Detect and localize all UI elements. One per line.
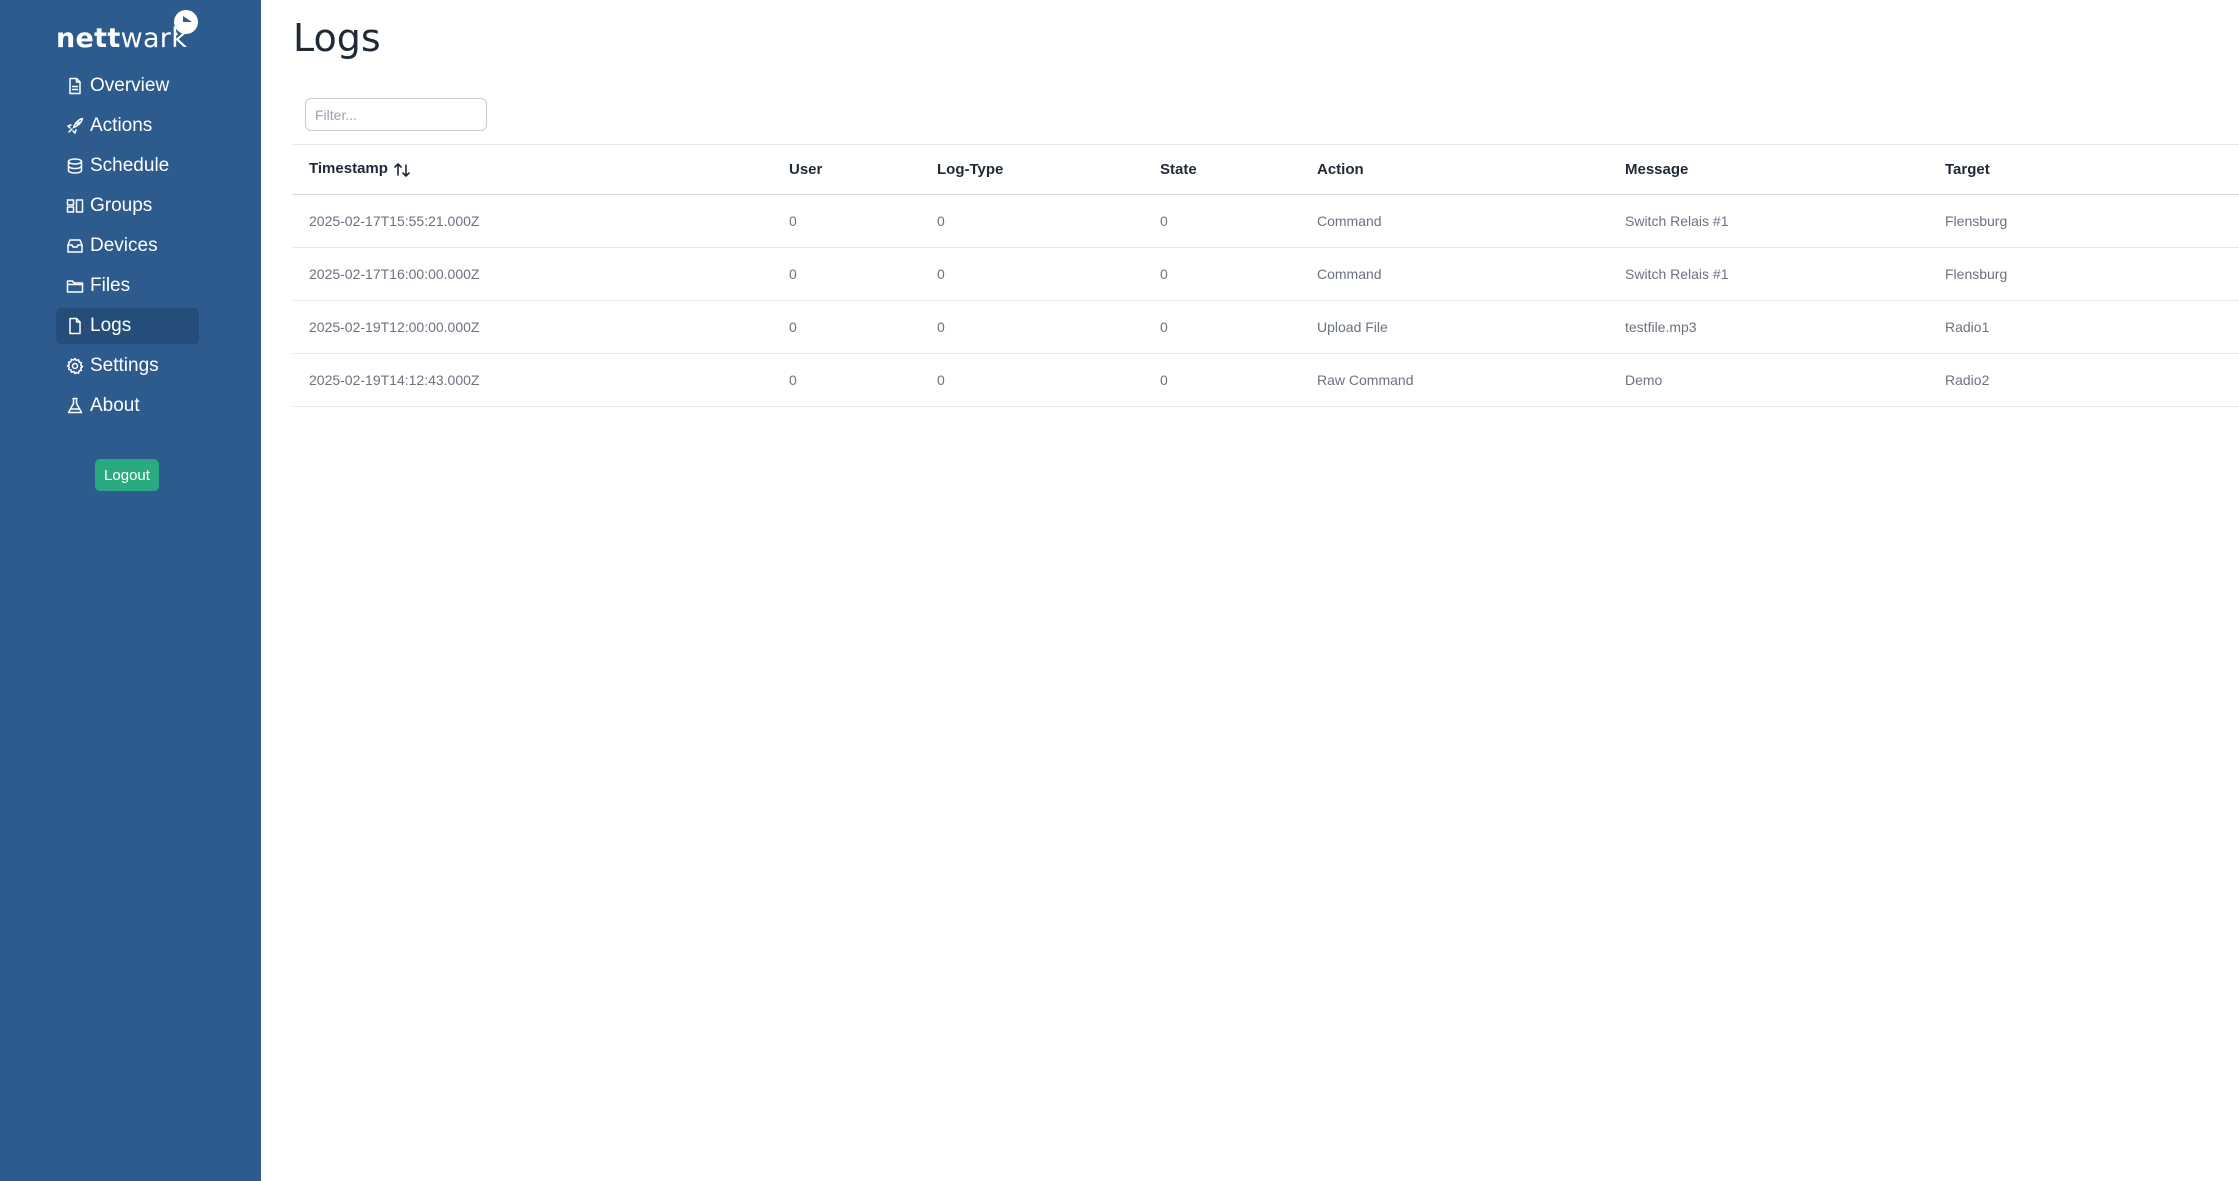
cell-action: Raw Command	[1317, 372, 1414, 388]
cell-log-type: 0	[937, 213, 945, 229]
cell-timestamp: 2025-02-17T15:55:21.000Z	[309, 213, 480, 229]
inbox-icon	[67, 239, 83, 253]
cell-timestamp: 2025-02-19T12:00:00.000Z	[309, 319, 480, 335]
file-icon	[69, 77, 81, 95]
sidebar-item-label: Settings	[90, 355, 159, 376]
cell-state: 0	[1160, 213, 1168, 229]
cell-log-type: 0	[937, 319, 945, 335]
cell-action: Command	[1317, 266, 1382, 282]
sidebar-item-groups[interactable]: Groups	[56, 188, 199, 224]
sidebar-item-overview[interactable]: Overview	[56, 68, 199, 104]
cell-user: 0	[789, 319, 797, 335]
sidebar-item-actions[interactable]: Actions	[56, 108, 199, 144]
cell-user: 0	[789, 372, 797, 388]
column-header-log-type: Log-Type	[937, 161, 1004, 178]
sidebar-item-files[interactable]: Files	[56, 268, 199, 304]
sidebar-nav: Overview Actions Schedule Groups Devices…	[56, 68, 199, 428]
sidebar-item-label: Devices	[90, 235, 158, 256]
sidebar-item-label: Logs	[90, 315, 132, 336]
sidebar-item-label: Overview	[90, 75, 170, 96]
logs-table: Timestamp User Log-Type State Action Mes…	[293, 144, 2239, 407]
cell-message: testfile.mp3	[1625, 319, 1697, 335]
brand-name: nettwark	[56, 23, 188, 54]
database-icon	[67, 158, 83, 174]
sidebar-item-logs[interactable]: Logs	[56, 308, 199, 344]
cell-target: Radio2	[1945, 372, 1990, 388]
flask-icon	[67, 397, 83, 414]
column-header-target: Target	[1945, 161, 1990, 178]
cell-action: Command	[1317, 213, 1382, 229]
cell-message: Switch Relais #1	[1625, 266, 1729, 282]
sidebar-item-schedule[interactable]: Schedule	[56, 148, 199, 184]
cell-log-type: 0	[937, 372, 945, 388]
page-title: Logs	[293, 16, 381, 60]
table-row[interactable]: 2025-02-19T14:12:43.000Z 0 0 0 Raw Comma…	[293, 354, 2239, 407]
sidebar-item-devices[interactable]: Devices	[56, 228, 199, 264]
cell-message: Demo	[1625, 372, 1663, 388]
cell-action: Upload File	[1317, 319, 1388, 335]
table-row[interactable]: 2025-02-17T15:55:21.000Z 0 0 0 Command S…	[293, 195, 2239, 248]
sidebar-item-label: Groups	[90, 195, 153, 216]
sort-icon[interactable]	[393, 161, 411, 179]
cell-log-type: 0	[937, 266, 945, 282]
main-content: Logs Timestamp User Log-Type State Actio…	[261, 0, 2239, 1181]
sidebar-item-label: Files	[90, 275, 131, 296]
gear-icon	[66, 357, 84, 375]
brand-logo[interactable]: nettwark	[56, 8, 201, 56]
cell-timestamp: 2025-02-17T16:00:00.000Z	[309, 266, 480, 282]
cell-timestamp: 2025-02-19T14:12:43.000Z	[309, 372, 480, 388]
table-row[interactable]: 2025-02-19T12:00:00.000Z 0 0 0 Upload Fi…	[293, 301, 2239, 354]
column-header-action: Action	[1317, 161, 1364, 178]
rocket-icon	[67, 117, 84, 134]
column-header-timestamp[interactable]: Timestamp	[293, 145, 773, 195]
cell-message: Switch Relais #1	[1625, 213, 1729, 229]
folder-icon	[66, 280, 84, 293]
cell-user: 0	[789, 266, 797, 282]
cell-state: 0	[1160, 319, 1168, 335]
logs-table-container: Timestamp User Log-Type State Action Mes…	[293, 144, 2239, 407]
column-header-message: Message	[1625, 161, 1689, 178]
logout-button[interactable]: Logout	[95, 459, 159, 491]
sidebar: nettwark Overview Actions Schedule Group…	[0, 0, 261, 1181]
sidebar-item-about[interactable]: About	[56, 388, 199, 424]
table-header-row: Timestamp User Log-Type State Action Mes…	[293, 144, 2239, 195]
column-header-state: State	[1160, 161, 1197, 178]
sidebar-item-label: About	[90, 395, 140, 416]
cell-target: Flensburg	[1945, 213, 2008, 229]
cell-state: 0	[1160, 372, 1168, 388]
table-row[interactable]: 2025-02-17T16:00:00.000Z 0 0 0 Command S…	[293, 248, 2239, 301]
cell-target: Radio1	[1945, 319, 1990, 335]
document-icon	[69, 317, 81, 335]
column-header-user: User	[789, 161, 823, 178]
sidebar-item-label: Actions	[90, 115, 153, 136]
groups-icon	[66, 199, 84, 213]
cell-state: 0	[1160, 266, 1168, 282]
logo-mark-icon	[174, 10, 198, 36]
sidebar-item-settings[interactable]: Settings	[56, 348, 199, 384]
cell-target: Flensburg	[1945, 266, 2008, 282]
sidebar-item-label: Schedule	[90, 155, 170, 176]
cell-user: 0	[789, 213, 797, 229]
filter-input[interactable]	[305, 98, 487, 131]
